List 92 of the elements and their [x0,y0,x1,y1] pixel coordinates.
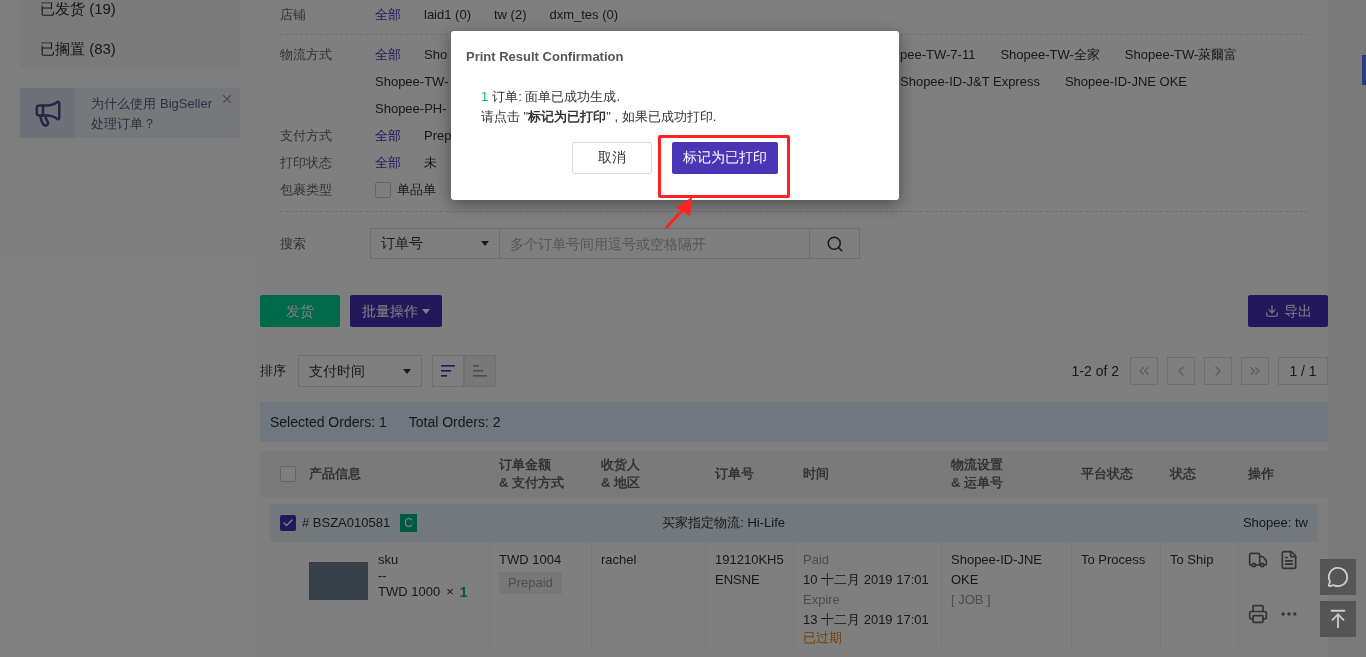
carrier-note: 买家指定物流: Hi-Life [662,514,785,533]
column-header: 物流设置 & 运单号 [950,456,1004,492]
promo-text[interactable]: 为什么使用 BigSeller处理订单？ [91,94,220,134]
order-count: 1 [481,87,489,106]
filter-label: 店铺 [280,6,307,24]
printer-icon[interactable] [1248,604,1268,624]
annotation-arrow [664,197,692,229]
batch-actions-button[interactable]: 批量操作 [350,295,442,327]
logistics-method: Shopee-ID-JNE OKE [951,551,1044,589]
filter-option[interactable]: Shopee-TW-萊爾富 [1124,41,1238,68]
filter-option[interactable]: Sho [424,41,448,68]
filter-option[interactable]: pee-TW-7-11 [900,41,976,68]
order-number-text: 191210KH5ENSNE [715,551,785,589]
close-icon[interactable] [220,92,234,106]
variant: -- [378,570,388,582]
page-indicator: 1 / 1 [1278,357,1328,385]
order-badge: C [400,514,418,532]
order-number[interactable]: # BSZA010581 [302,513,391,533]
recipient-name: rachel [601,552,637,567]
sort-label: 排序 [260,362,287,381]
dialog-instruction: 请点击 "标记为已打印" , 如果已成功打印. [481,107,718,126]
dialog-title: Print Result Confirmation [466,48,625,66]
sku: sku [378,551,400,569]
sort-ascending-icon [473,365,487,377]
search-type-select[interactable]: 订单号 [370,228,500,259]
column-header: 平台状态 [1080,465,1134,483]
caret-icon [481,241,489,246]
filter-label: 物流方式 [280,46,333,64]
sort-select[interactable]: 支付时间 [298,355,422,387]
store-name: Shopee: tw [1242,514,1308,533]
sort-direction-button[interactable] [432,355,464,387]
order-status: To Ship [1170,552,1214,567]
filter-option[interactable]: 全部 [375,41,401,68]
check-icon [282,517,294,529]
back-to-top-button[interactable] [1320,601,1356,637]
total-count: Total Orders: 2 [408,412,501,432]
column-header: 订单金额 & 支付方式 [498,456,565,492]
filter-option[interactable]: 全部 [375,122,401,149]
column-header: 订单号 [714,465,755,483]
truck-icon[interactable] [1248,550,1268,570]
filter-option[interactable]: Shopee-ID-J&T Express [900,68,1040,95]
sidebar-item[interactable]: 已搁置 (83) [40,38,240,60]
megaphone-icon [20,88,76,138]
filter-option[interactable]: Shopee-PH- [375,95,447,122]
chat-icon [1327,566,1349,588]
checkbox[interactable] [280,515,296,531]
time-value: 13 十二月 2019 17:01 [803,611,930,629]
search-label: 搜索 [280,234,307,253]
filter-option[interactable]: Prep [424,122,452,149]
cancel-button[interactable]: 取消 [572,141,652,174]
filter-label: 打印状态 [280,154,333,172]
page-range: 1-2 of 2 [1071,361,1119,381]
filter-option[interactable]: Shopee-ID-JNE OKE [1064,68,1188,95]
item-quantity: 1 [459,583,468,602]
filter-option[interactable]: laid1 (0) [424,1,471,28]
download-icon [1264,304,1279,318]
column-header: 时间 [802,465,830,483]
filter-label: 支付方式 [280,127,333,145]
filter-option[interactable]: 全部 [375,1,401,28]
column-header: 产品信息 [308,465,362,483]
column-header: 收货人 & 地区 [600,456,641,492]
column-header: 状态 [1168,465,1197,483]
filter-option[interactable]: dxm_tes (0) [549,1,619,28]
checkbox[interactable] [280,466,296,482]
expired-status: 已过期 [803,630,843,646]
caret-icon [422,308,430,314]
platform-status: To Process [1081,552,1146,567]
sort-direction-button[interactable] [464,355,496,387]
filter-option[interactable]: Shopee-TW-全家 [1000,41,1100,68]
time-value: 10 十二月 2019 17:01 [803,571,930,589]
chat-button[interactable] [1320,559,1356,595]
selected-count: Selected Orders: 1 [270,412,387,432]
search-button[interactable] [810,228,860,259]
filter-option[interactable]: 全部 [375,149,401,176]
product-photo-placeholder [309,562,368,600]
filter-option[interactable]: Shopee-TW- [375,68,449,95]
sidebar-item[interactable]: 已发货 (19) [40,0,240,20]
mark-printed-button[interactable]: 标记为已打印 [672,141,778,174]
filter-label: 包裹类型 [280,181,333,199]
filter-option[interactable]: tw (2) [493,1,527,28]
order-amount: TWD 1004 [499,551,562,569]
item-price: TWD 1000 [378,583,441,601]
caret-icon [403,368,411,374]
multiply-sign: × [446,583,454,601]
sort-descending-icon [441,365,455,377]
filter-option[interactable]: 未 [424,149,437,176]
checkbox-label[interactable]: 单品单 [397,179,436,200]
dialog-message: 订单: 面单已成功生成. [492,87,621,106]
search-icon [825,234,844,253]
checkbox[interactable] [375,181,391,198]
column-header: 操作 [1247,465,1275,483]
export-button[interactable]: 导出 [1248,295,1328,327]
